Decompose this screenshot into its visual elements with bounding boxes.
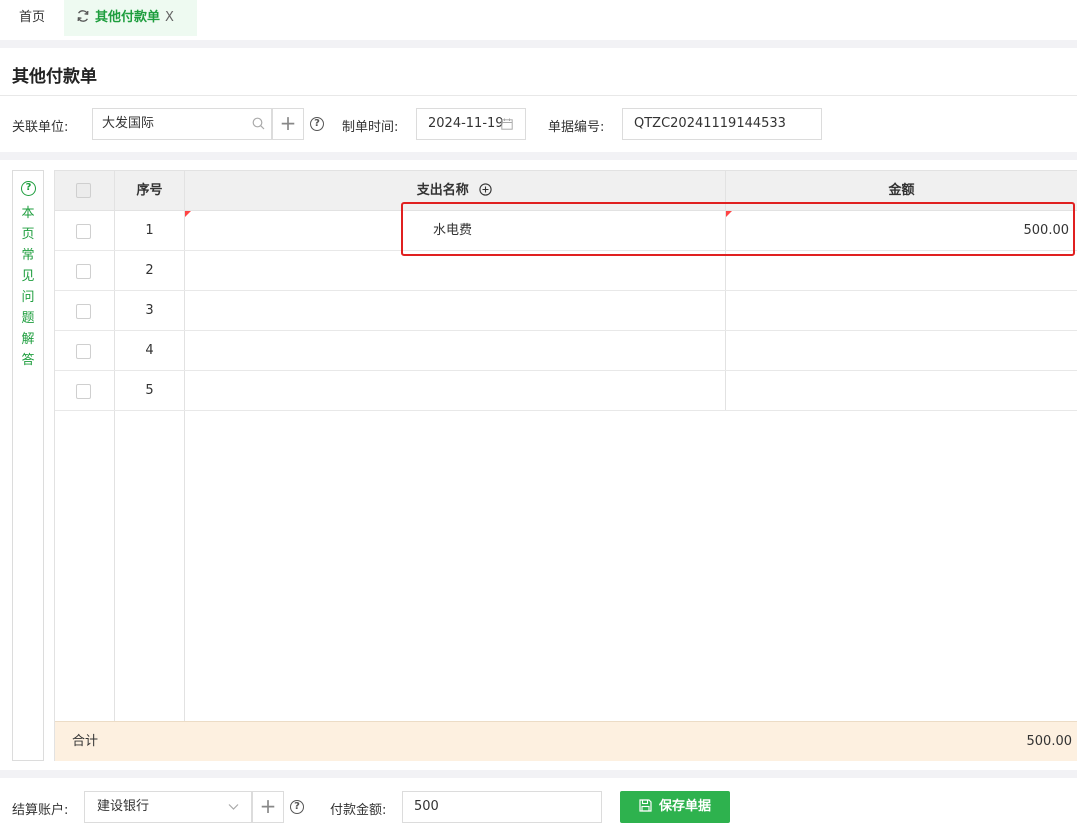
pay-amount-input[interactable]: 500 xyxy=(402,791,602,823)
header-panel: 其他付款单 关联单位: 大发国际 + ? 制单时间: 2024-11-19 单据… xyxy=(0,48,1077,152)
save-label: 保存单据 xyxy=(658,799,711,814)
table-row[interactable]: 2 xyxy=(55,251,1077,291)
calendar-icon[interactable] xyxy=(501,118,513,130)
expense-table: 序号 支出名称 金额 1 水电费 500.00 2 3 4 5 合计 500.0… xyxy=(54,170,1077,761)
unit-label: 关联单位: xyxy=(12,120,69,135)
row-checkbox[interactable] xyxy=(76,264,91,279)
row-index: 4 xyxy=(145,343,154,358)
row-index: 3 xyxy=(145,303,154,318)
tab-label: 其他付款单 xyxy=(95,10,161,25)
add-unit-button[interactable]: + xyxy=(272,108,304,140)
row-index: 2 xyxy=(145,263,154,278)
account-label: 结算账户: xyxy=(12,803,69,818)
row-index: 1 xyxy=(145,223,154,238)
save-icon xyxy=(639,799,652,812)
search-icon[interactable] xyxy=(252,117,265,130)
row-checkbox[interactable] xyxy=(76,224,91,239)
faq-char: 题 xyxy=(21,311,35,326)
tab-home[interactable]: 首页 xyxy=(0,0,64,36)
faq-char: 解 xyxy=(21,332,35,347)
date-label: 制单时间: xyxy=(342,120,399,135)
unit-value: 大发国际 xyxy=(102,116,155,131)
add-account-button[interactable]: + xyxy=(252,791,284,823)
add-column-icon[interactable] xyxy=(479,183,492,196)
plus-icon: + xyxy=(259,794,277,818)
date-input[interactable]: 2024-11-19 xyxy=(416,108,526,140)
code-label: 单据编号: xyxy=(548,120,605,135)
total-label: 合计 xyxy=(72,734,99,749)
table-row[interactable]: 3 xyxy=(55,291,1077,331)
save-button[interactable]: 保存单据 xyxy=(620,791,730,823)
help-icon[interactable]: ? xyxy=(310,117,324,131)
select-all-checkbox[interactable] xyxy=(76,183,91,198)
chevron-down-icon xyxy=(228,804,239,810)
faq-char: 本 xyxy=(21,206,35,221)
row-checkbox[interactable] xyxy=(76,384,91,399)
row-index: 5 xyxy=(145,383,154,398)
faq-char: 常 xyxy=(21,248,35,263)
edit-marker xyxy=(185,211,191,217)
divider xyxy=(0,95,1077,96)
faq-char: 页 xyxy=(21,227,35,242)
total-amount: 500.00 xyxy=(1026,734,1073,749)
close-icon[interactable]: X xyxy=(165,10,174,25)
faq-char: 问 xyxy=(21,290,35,305)
plus-icon: + xyxy=(279,111,297,135)
refresh-icon[interactable] xyxy=(76,9,90,23)
faq-char: 答 xyxy=(21,353,35,368)
code-input[interactable]: QTZC20241119144533 xyxy=(622,108,822,140)
date-value: 2024-11-19 xyxy=(428,116,504,131)
pay-label: 付款金额: xyxy=(330,803,387,818)
faq-char: 见 xyxy=(21,269,35,284)
row-checkbox[interactable] xyxy=(76,344,91,359)
highlight-box xyxy=(401,202,1075,256)
table-row[interactable]: 4 xyxy=(55,331,1077,371)
table-row[interactable]: 5 xyxy=(55,371,1077,411)
tab-other-payment[interactable]: 其他付款单 X xyxy=(64,0,197,36)
tab-bar: 首页 其他付款单 X xyxy=(0,0,1077,40)
total-row: 合计 500.00 xyxy=(55,721,1077,761)
row-checkbox[interactable] xyxy=(76,304,91,319)
help-icon[interactable]: ? xyxy=(290,800,304,814)
header-index: 序号 xyxy=(136,183,163,198)
faq-text: 本页常见问题解答 xyxy=(13,203,43,371)
page-title: 其他付款单 xyxy=(12,67,97,87)
help-icon: ? xyxy=(21,181,36,196)
faq-sidebar[interactable]: ? 本页常见问题解答 xyxy=(12,170,44,761)
unit-input[interactable]: 大发国际 xyxy=(92,108,272,140)
account-select[interactable]: 建设银行 xyxy=(84,791,252,823)
account-value: 建设银行 xyxy=(97,799,150,814)
header-name-label: 支出名称 xyxy=(416,183,469,198)
